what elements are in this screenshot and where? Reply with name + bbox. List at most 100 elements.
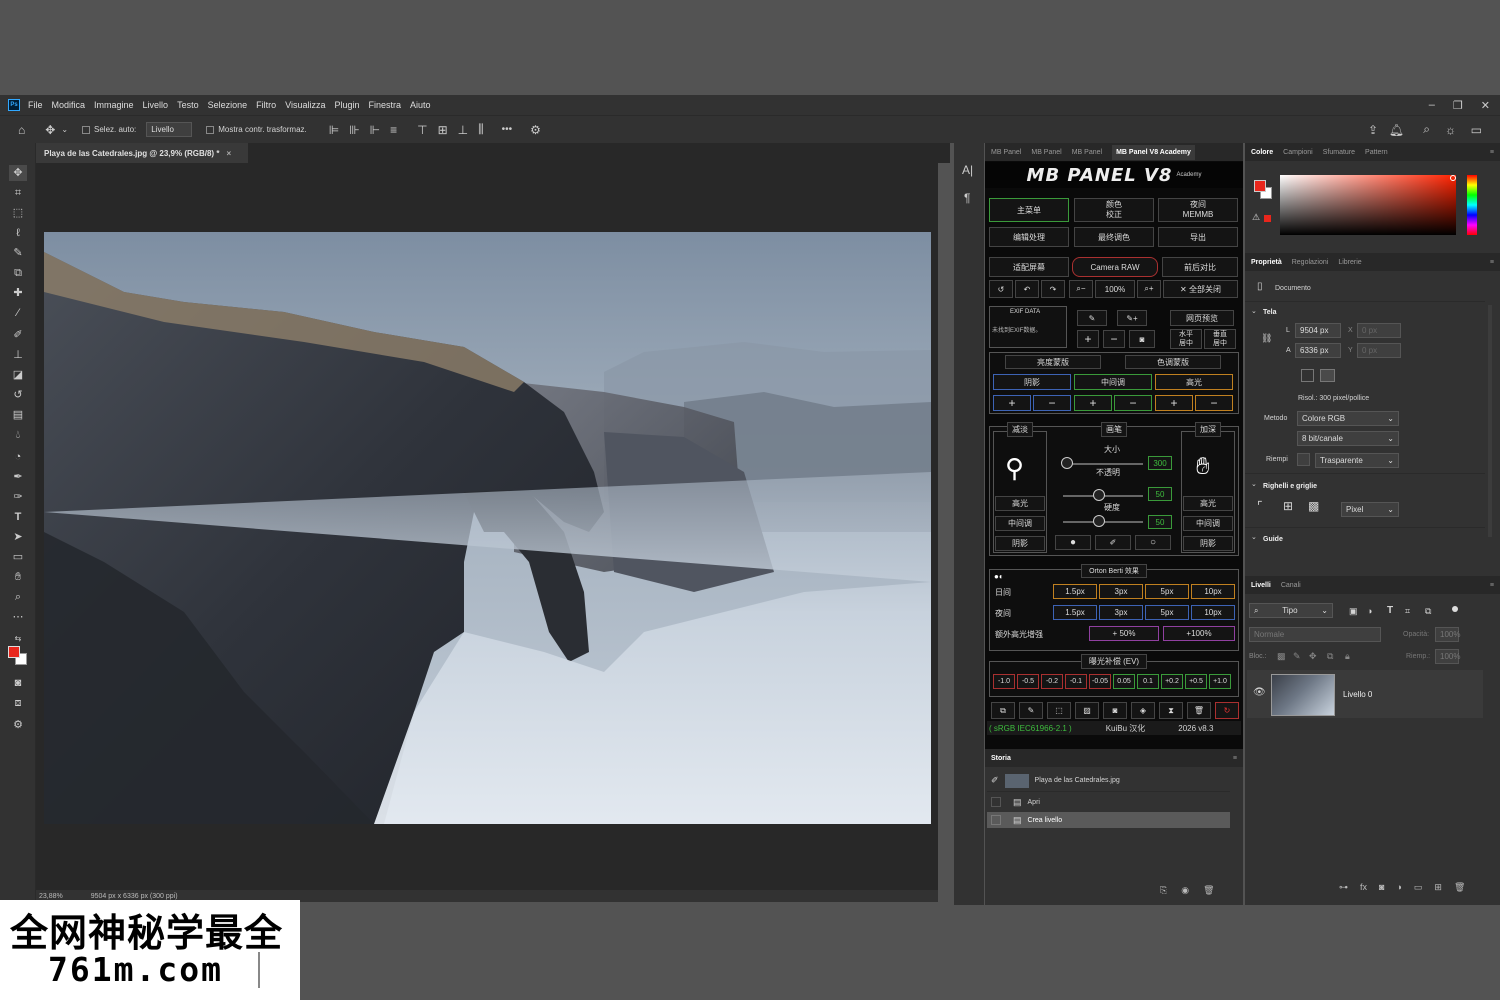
tab-layers[interactable]: Livelli (1251, 582, 1271, 589)
menu-filter[interactable]: Filtro (256, 100, 276, 110)
align-middle-icon[interactable]: ⊞ (438, 123, 448, 137)
panel-menu-icon[interactable]: ≡ (1233, 755, 1237, 762)
color-picker-cursor[interactable] (1450, 175, 1456, 181)
transform-controls-checkbox[interactable] (206, 125, 215, 134)
fill-opacity-input[interactable]: 100% (1435, 649, 1460, 664)
refresh-icon[interactable]: ↻ (1215, 702, 1239, 719)
hand-tool-icon[interactable]: ✋︎ (9, 569, 27, 585)
color-correct-button[interactable]: 颜色 校正 (1074, 198, 1154, 222)
filter-toggle-icon[interactable] (1452, 606, 1458, 612)
flip-icon[interactable]: ⧗ (1159, 702, 1183, 719)
filter-smart-icon[interactable]: ⧉ (1425, 606, 1431, 617)
lock-artboard-icon[interactable]: ⧉ (1327, 651, 1333, 662)
tab-color[interactable]: Colore (1251, 149, 1273, 156)
pencil-plus-icon[interactable]: ✎+ (1117, 310, 1147, 326)
image-icon[interactable]: ▨ (1075, 702, 1099, 719)
align-bottom-icon[interactable]: ⊥ (458, 123, 468, 137)
menu-file[interactable]: File (28, 100, 43, 110)
midtones-minus[interactable]: − (1114, 395, 1152, 411)
color-mask-button[interactable]: 色调蒙版 (1125, 355, 1221, 369)
close-tab-icon[interactable]: × (226, 149, 231, 158)
portrait-icon[interactable] (1301, 369, 1314, 382)
more-tools-icon[interactable]: ⋯ (9, 609, 27, 625)
menu-help[interactable]: Aiuto (410, 100, 431, 110)
align-center-icon[interactable]: ⊪ (349, 123, 359, 137)
fill-swatch[interactable] (1297, 453, 1310, 466)
h-center-button[interactable]: 水平 居中 (1170, 329, 1202, 349)
fg-color-swatch[interactable] (1254, 180, 1266, 192)
tab-swatches[interactable]: Campioni (1283, 149, 1313, 156)
x-input[interactable]: 0 px (1357, 323, 1401, 338)
quick-mask-icon[interactable]: ◙ (9, 675, 27, 691)
pixel-grid-icon[interactable]: ▩ (1308, 499, 1319, 513)
canvas-area[interactable] (36, 163, 938, 890)
ruler-icon[interactable]: ⌜ (1257, 499, 1263, 513)
menu-plugins[interactable]: Plugin (334, 100, 359, 110)
object-select-icon[interactable]: ⧉ (9, 265, 27, 281)
size-slider-track[interactable] (1063, 463, 1143, 465)
ev-plus-05[interactable]: +0.5 (1185, 674, 1207, 689)
export-button[interactable]: 导出 (1158, 227, 1238, 247)
lock-pixels-icon[interactable]: ▩ (1277, 651, 1286, 662)
highlights-plus[interactable]: + (1155, 395, 1193, 411)
close-all-button[interactable]: ✕ 全部关闭 (1163, 280, 1238, 298)
zoom-tool-icon[interactable]: ⌕ (9, 589, 27, 605)
move-tool-icon[interactable]: ✥ (45, 123, 55, 137)
chevron-down-icon[interactable]: ⌄ (1251, 533, 1257, 541)
plus-100-button[interactable]: +100% (1163, 626, 1235, 641)
dodge-tool-icon[interactable]: ⚲ (1005, 453, 1024, 484)
width-input[interactable]: 9504 px (1295, 323, 1341, 338)
blur-tool-icon[interactable]: 💧︎ (9, 427, 27, 443)
filter-pixel-icon[interactable]: ▣ (1349, 606, 1358, 617)
before-after-button[interactable]: 前后对比 (1162, 257, 1238, 277)
auto-select-checkbox[interactable] (82, 125, 91, 134)
align-top-icon[interactable]: ⊤ (417, 123, 427, 137)
landscape-icon[interactable] (1320, 369, 1335, 382)
minus-icon[interactable]: − (1103, 330, 1125, 348)
gear-icon[interactable]: ⚙ (530, 123, 541, 137)
adjustment-layer-icon[interactable]: ◑ (1396, 882, 1401, 893)
zoom-100-button[interactable]: 100% (1095, 280, 1135, 298)
type-tool-icon[interactable]: T (9, 509, 27, 525)
history-snapshot[interactable]: ✐ Playa de las Catedrales.jpg (987, 770, 1230, 792)
character-panel-icon[interactable]: A| (962, 163, 973, 177)
history-brush-icon[interactable]: ↺ (9, 387, 27, 403)
panel-menu-icon[interactable]: ≡ (1490, 149, 1494, 156)
ev-minus-05[interactable]: -0.5 (1017, 674, 1039, 689)
hardness-value-box[interactable]: 50 (1148, 515, 1172, 529)
camera-icon[interactable]: ◉ (1181, 885, 1189, 896)
plus-icon[interactable]: + (1077, 330, 1099, 348)
panel-menu-icon[interactable]: ≡ (1490, 582, 1494, 589)
ev-minus-01[interactable]: -0.1 (1065, 674, 1087, 689)
crop-tool-icon[interactable]: ⌗ (9, 185, 27, 201)
shadows-minus[interactable]: − (1033, 395, 1071, 411)
new-layer-icon[interactable]: ⊞ (1434, 882, 1442, 893)
fill-dropdown[interactable]: Trasparente ⌄ (1315, 453, 1399, 468)
select-icon[interactable]: ⬚ (1047, 702, 1071, 719)
reset-icon[interactable]: ↺ (989, 280, 1013, 298)
tab-mb-panel-2[interactable]: MB Panel (1031, 149, 1061, 156)
shadows-plus[interactable]: + (993, 395, 1031, 411)
pen-tool-icon[interactable]: ✒ (9, 469, 27, 485)
home-icon[interactable]: ⌂ (18, 123, 25, 137)
marquee-tool-icon[interactable]: ⬚ (9, 205, 27, 221)
plus-50-button[interactable]: + 50% (1089, 626, 1159, 641)
gamut-swatch[interactable] (1264, 215, 1271, 222)
lock-all-icon[interactable]: 🔒︎ (1345, 651, 1350, 662)
brush-tool-icon[interactable]: ✐ (1095, 535, 1131, 550)
new-document-icon[interactable]: ⎘ (1160, 885, 1167, 896)
night-orton-4[interactable]: 10px (1191, 605, 1235, 620)
filter-shape-icon[interactable]: ⌗ (1405, 606, 1410, 617)
move-tool-icon[interactable]: ✥ (9, 165, 27, 181)
foreground-color-swatch[interactable] (8, 646, 20, 658)
tab-history[interactable]: Storia (991, 755, 1011, 762)
search-icon[interactable]: ⌕ (1423, 122, 1430, 137)
menu-layer[interactable]: Livello (143, 100, 169, 110)
mask-icon[interactable]: ◙ (1129, 330, 1155, 348)
undo-icon[interactable]: ↶ (1015, 280, 1039, 298)
properties-scrollbar[interactable] (1488, 305, 1492, 537)
burn-shadows-button[interactable]: 阴影 (1183, 536, 1233, 551)
align-right-icon[interactable]: ⊩ (370, 123, 380, 137)
hardness-slider-thumb[interactable] (1093, 515, 1105, 527)
eyedropper-icon[interactable]: ⁄ (9, 305, 27, 321)
